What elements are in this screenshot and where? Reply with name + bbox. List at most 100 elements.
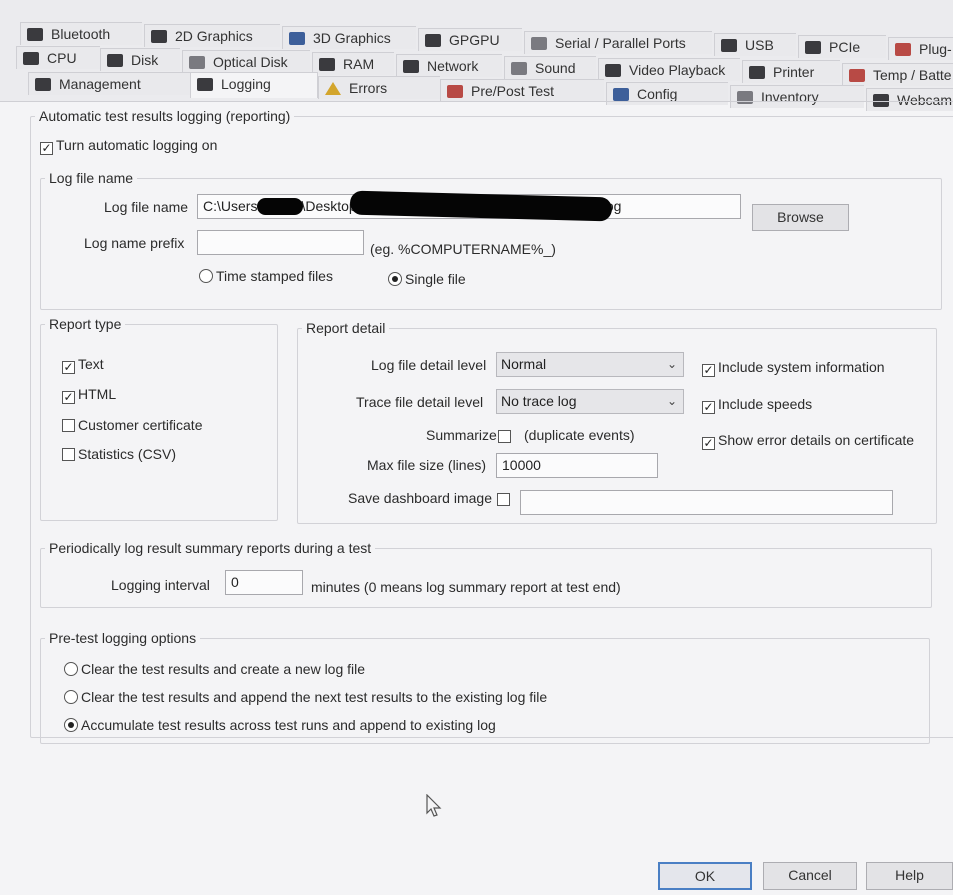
thermometer-icon (849, 69, 865, 82)
report-detail-group-title: Report detail (306, 320, 386, 336)
summarize-hint: (duplicate events) (524, 427, 635, 443)
help-button[interactable]: Help (866, 862, 953, 890)
logging-interval-label: Logging interval (111, 577, 210, 593)
tab-sound[interactable]: Sound (504, 56, 596, 79)
inventory-icon (737, 91, 753, 104)
monitor-icon (151, 30, 167, 43)
browse-button[interactable]: Browse (752, 204, 849, 231)
tab-2d-graphics[interactable]: 2D Graphics (144, 24, 280, 47)
config-gear-icon (613, 88, 629, 101)
show-error-details-checkbox[interactable]: ✓ Show error details on certificate (702, 432, 914, 450)
log-file-name-label: Log file name (104, 199, 189, 215)
bluetooth-icon (27, 28, 43, 41)
pretest-option-append-radio[interactable]: Clear the test results and append the ne… (64, 689, 547, 705)
radio-circle[interactable] (388, 272, 402, 286)
chevron-down-icon: ⌄ (666, 357, 677, 371)
summarize-label: Summarize (426, 427, 497, 443)
tab-logging[interactable]: Logging (190, 72, 318, 98)
report-type-csv-checkbox[interactable]: Statistics (CSV) (62, 446, 176, 462)
tab-temp-battery[interactable]: Temp / Batte (842, 63, 953, 86)
tab-serial-parallel-ports[interactable]: Serial / Parallel Ports (524, 31, 712, 54)
tab-bluetooth[interactable]: Bluetooth (20, 22, 142, 45)
tab-plug[interactable]: Plug- (888, 37, 953, 60)
checkbox-box[interactable]: ✓ (62, 361, 75, 374)
logging-interval-hint: minutes (0 means log summary report at t… (311, 579, 621, 595)
tab-panel-border (0, 101, 953, 102)
checkbox-box[interactable]: ✓ (702, 401, 715, 414)
single-file-radio[interactable]: Single file (388, 271, 466, 287)
tab-cpu[interactable]: CPU (16, 46, 100, 69)
management-icon (35, 78, 51, 91)
log-file-detail-level-label: Log file detail level (371, 357, 487, 373)
tab-network[interactable]: Network (396, 54, 502, 77)
tab-ram[interactable]: RAM (312, 52, 394, 75)
tab-errors[interactable]: Errors (318, 76, 440, 99)
logging-interval-field[interactable]: 0 (225, 570, 303, 595)
pcie-card-icon (805, 41, 821, 54)
trace-file-detail-level-label: Trace file detail level (356, 394, 484, 410)
network-icon (403, 60, 419, 73)
checkbox-box[interactable]: ✓ (702, 364, 715, 377)
radio-circle[interactable] (64, 718, 78, 732)
report-type-certificate-checkbox[interactable]: Customer certificate (62, 417, 202, 433)
logging-icon (197, 78, 213, 91)
pretest-logging-group-title: Pre-test logging options (49, 630, 197, 646)
tab-pcie[interactable]: PCIe (798, 35, 886, 58)
cubes-icon (289, 32, 305, 45)
report-type-text-checkbox[interactable]: ✓ Text (62, 356, 104, 374)
ram-icon (319, 58, 335, 71)
checkbox-box[interactable] (62, 419, 75, 432)
summarize-checkbox[interactable] (498, 428, 514, 444)
checkbox-box[interactable] (497, 493, 510, 506)
tab-printer[interactable]: Printer (742, 60, 840, 83)
max-file-size-label: Max file size (lines) (367, 457, 487, 473)
tab-video-playback[interactable]: Video Playback (598, 58, 740, 81)
redaction-mark (257, 198, 303, 215)
report-type-html-checkbox[interactable]: ✓ HTML (62, 386, 116, 404)
radio-circle[interactable] (199, 269, 213, 283)
cable-icon (531, 37, 547, 50)
checkbox-box[interactable]: ✓ (702, 437, 715, 450)
trace-file-detail-level-select[interactable]: No trace log ⌄ (496, 389, 684, 414)
tab-pre-post-test[interactable]: Pre/Post Test (440, 79, 604, 102)
radio-circle[interactable] (64, 690, 78, 704)
tab-gpgpu[interactable]: GPGPU (418, 28, 522, 51)
tab-disk[interactable]: Disk (100, 48, 180, 71)
save-dashboard-image-checkbox[interactable] (497, 491, 513, 507)
cancel-button[interactable]: Cancel (763, 862, 857, 890)
periodic-logging-group: Periodically log result summary reports … (40, 540, 932, 608)
tab-usb[interactable]: USB (714, 33, 796, 56)
max-file-size-field[interactable]: 10000 (496, 453, 658, 478)
log-name-prefix-hint: (eg. %COMPUTERNAME%_) (370, 241, 556, 257)
tab-strip: Bluetooth 2D Graphics 3D Graphics GPGPU … (0, 0, 953, 111)
log-name-prefix-field[interactable] (197, 230, 364, 255)
dashboard-image-path-field[interactable] (520, 490, 893, 515)
turn-auto-logging-checkbox[interactable]: ✓ Turn automatic logging on (40, 137, 217, 155)
report-type-group-title: Report type (49, 316, 122, 332)
checkbox-box[interactable] (498, 430, 511, 443)
checkbox-box[interactable]: ✓ (62, 391, 75, 404)
radio-circle[interactable] (64, 662, 78, 676)
tab-management[interactable]: Management (28, 72, 190, 95)
optical-disc-icon (189, 56, 205, 69)
chevron-down-icon: ⌄ (666, 394, 677, 408)
tab-3d-graphics[interactable]: 3D Graphics (282, 26, 416, 49)
pretest-option-new-log-radio[interactable]: Clear the test results and create a new … (64, 661, 365, 677)
pretest-option-accumulate-radio[interactable]: Accumulate test results across test runs… (64, 717, 496, 733)
tab-inventory[interactable]: Inventory (730, 85, 864, 108)
disk-icon (107, 54, 123, 67)
include-speeds-checkbox[interactable]: ✓ Include speeds (702, 396, 812, 414)
checkbox-box[interactable] (62, 448, 75, 461)
time-stamped-files-radio[interactable]: Time stamped files (199, 268, 333, 284)
log-file-detail-level-select[interactable]: Normal ⌄ (496, 352, 684, 377)
log-file-name-group-title: Log file name (49, 170, 134, 186)
speaker-icon (511, 62, 527, 75)
chip-icon (425, 34, 441, 47)
include-system-information-checkbox[interactable]: ✓ Include system information (702, 359, 885, 377)
log-name-prefix-label: Log name prefix (84, 235, 185, 251)
periodic-logging-group-title: Periodically log result summary reports … (49, 540, 372, 556)
tab-optical-disk[interactable]: Optical Disk (182, 50, 310, 73)
checkbox-box[interactable]: ✓ (40, 142, 53, 155)
warning-icon (325, 82, 341, 95)
ok-button[interactable]: OK (658, 862, 752, 890)
